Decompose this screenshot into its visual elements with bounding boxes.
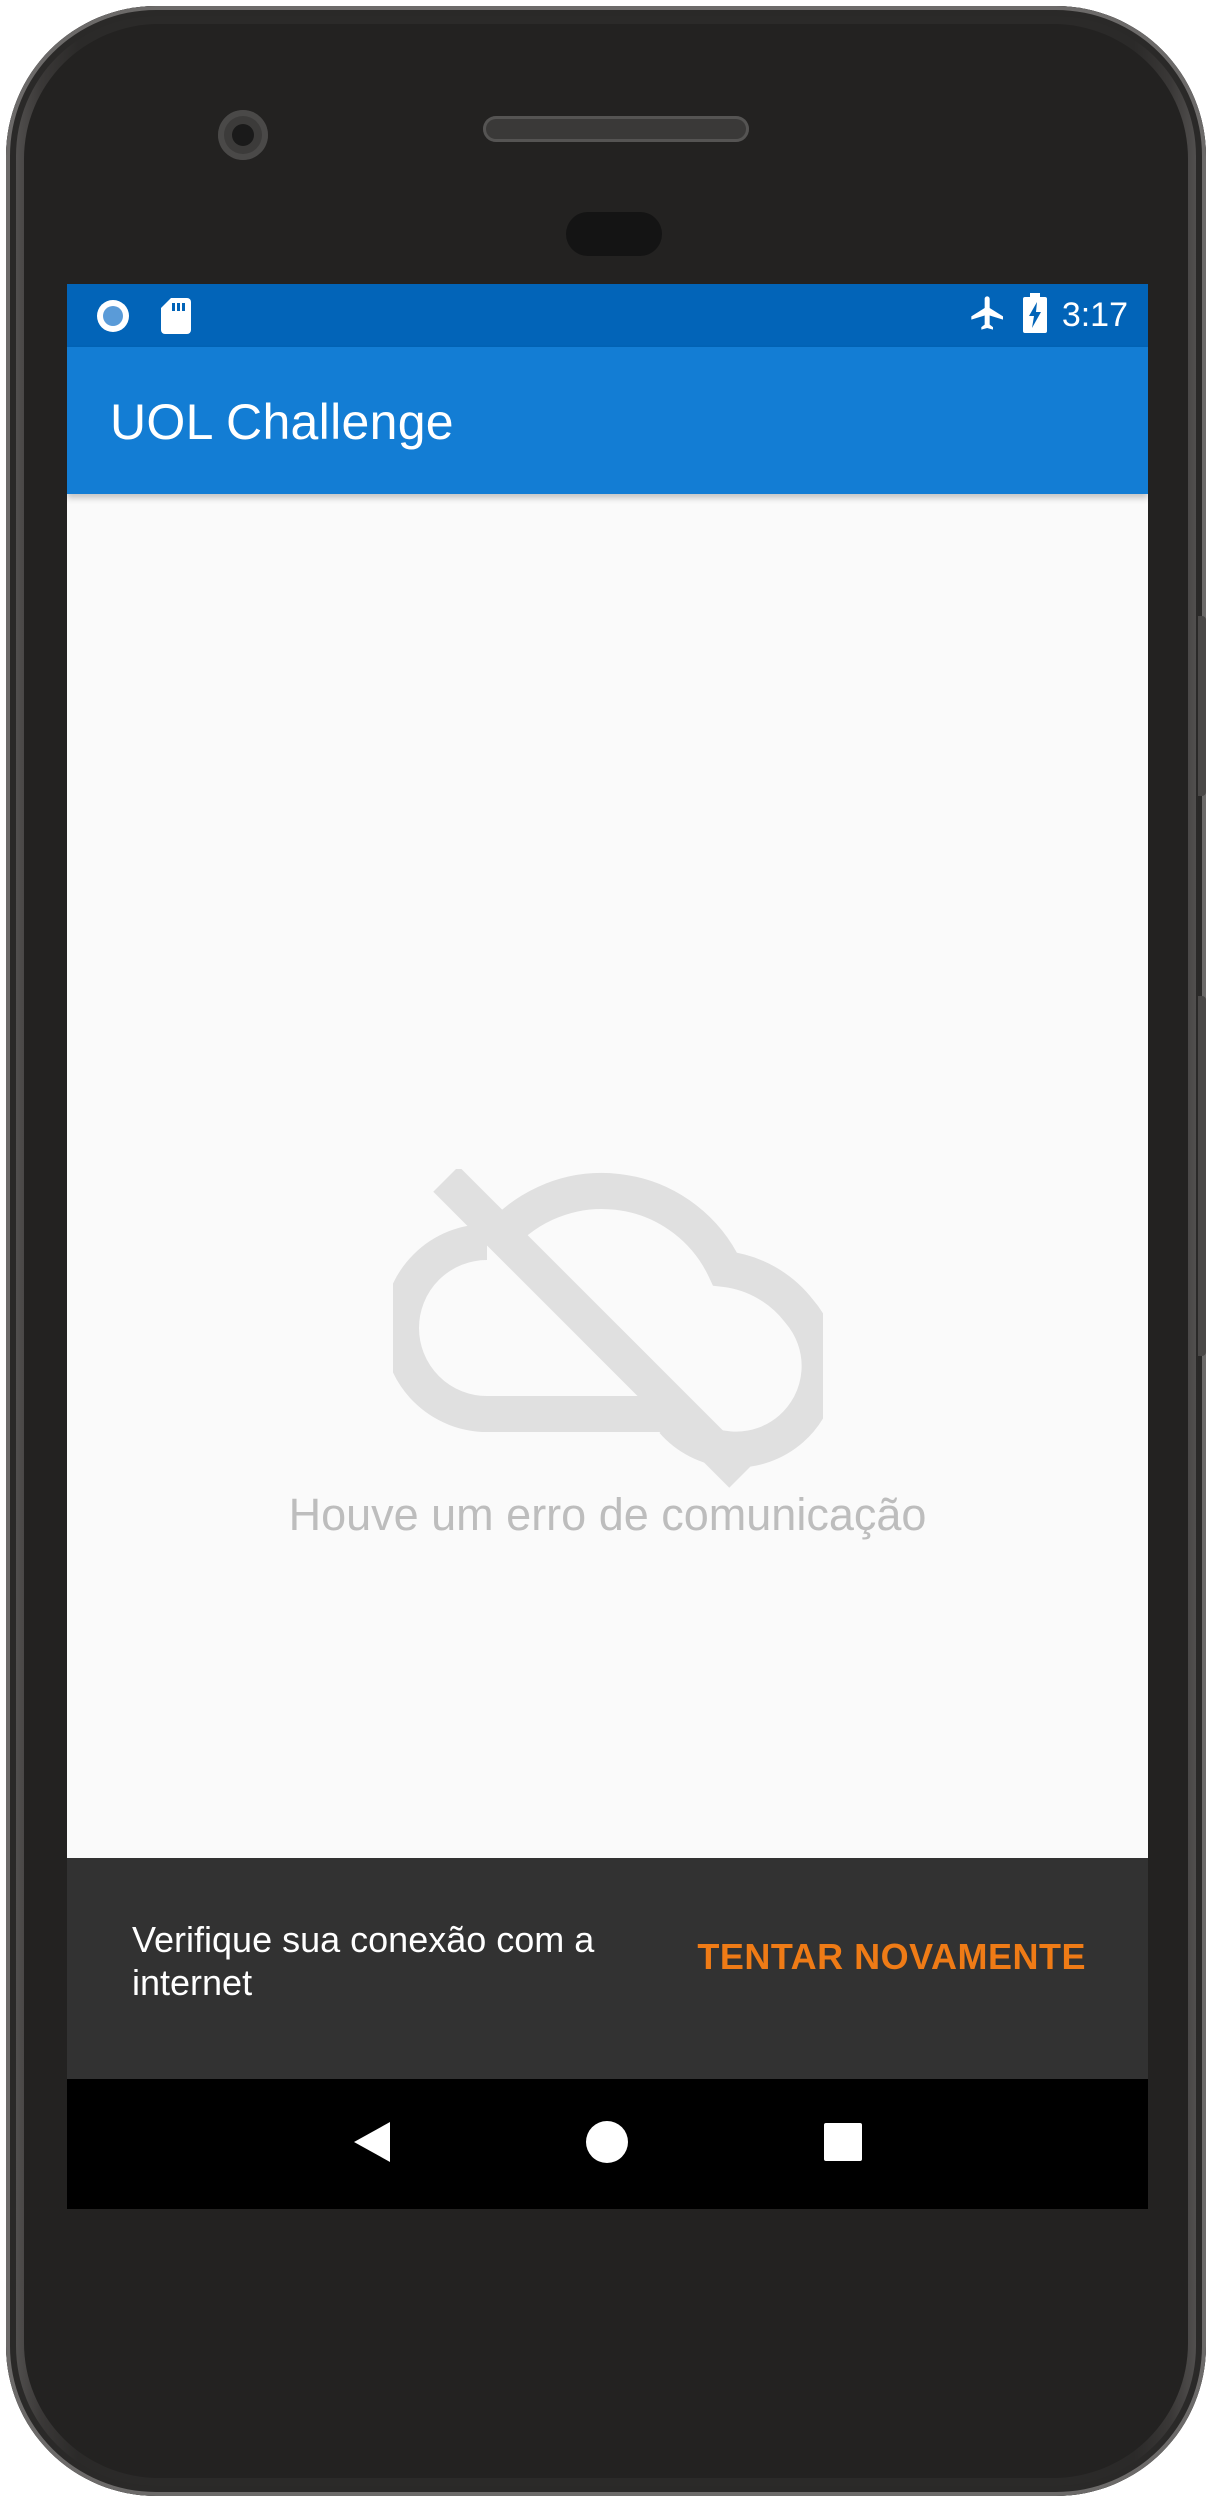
status-right-group: 3:17 [968, 284, 1128, 347]
app-bar: UOL Challenge [67, 347, 1148, 494]
recents-button[interactable] [763, 2079, 923, 2209]
status-bar: 3:17 [67, 284, 1148, 347]
power-button [1198, 616, 1206, 796]
home-icon [585, 2120, 629, 2169]
screen: 3:17 UOL Challenge Houve um erro de comu… [67, 284, 1148, 2209]
snackbar: Verifique sua conexão com a internet TEN… [67, 1858, 1148, 2079]
home-button[interactable] [527, 2079, 687, 2209]
snackbar-message: Verifique sua conexão com a internet [132, 1919, 595, 2003]
app-title: UOL Challenge [110, 394, 454, 450]
navigation-bar [67, 2079, 1148, 2209]
sd-card-icon [161, 298, 191, 339]
cloud-off-icon [383, 1166, 838, 1494]
record-icon [95, 298, 131, 339]
earpiece-speaker [483, 116, 749, 142]
recents-icon [823, 2122, 863, 2167]
proximity-sensor [566, 212, 662, 256]
back-button[interactable] [292, 2079, 452, 2209]
retry-button[interactable]: TENTAR NOVAMENTE [697, 1936, 1086, 1978]
status-time: 3:17 [1061, 296, 1128, 334]
error-message: Houve um erro de comunicação [288, 1489, 927, 1540]
front-camera [218, 110, 268, 160]
airplane-icon [968, 293, 1008, 338]
battery-charging-icon [1022, 293, 1048, 338]
back-icon [352, 2120, 392, 2169]
volume-button [1198, 996, 1206, 1356]
